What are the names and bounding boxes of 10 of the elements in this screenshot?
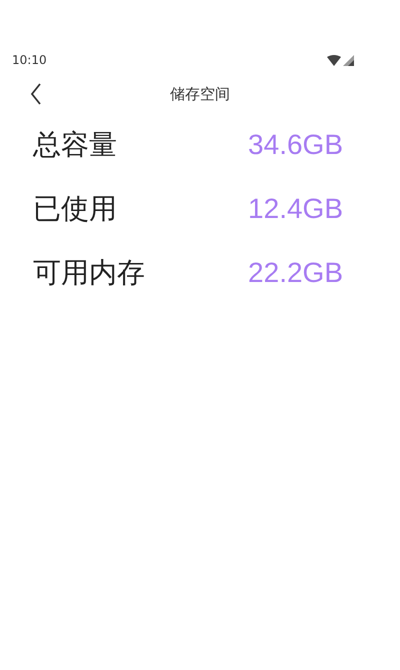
- storage-label: 已使用: [33, 191, 117, 227]
- storage-value: 12.4GB: [248, 192, 343, 226]
- storage-value: 22.2GB: [248, 256, 343, 290]
- signal-icon: [343, 54, 354, 66]
- storage-label: 可用内存: [33, 255, 145, 291]
- storage-label: 总容量: [33, 127, 117, 163]
- wifi-icon: [327, 54, 341, 66]
- storage-value: 34.6GB: [248, 128, 343, 162]
- status-time: 10:10: [12, 52, 47, 69]
- page-title: 储存空间: [170, 84, 230, 105]
